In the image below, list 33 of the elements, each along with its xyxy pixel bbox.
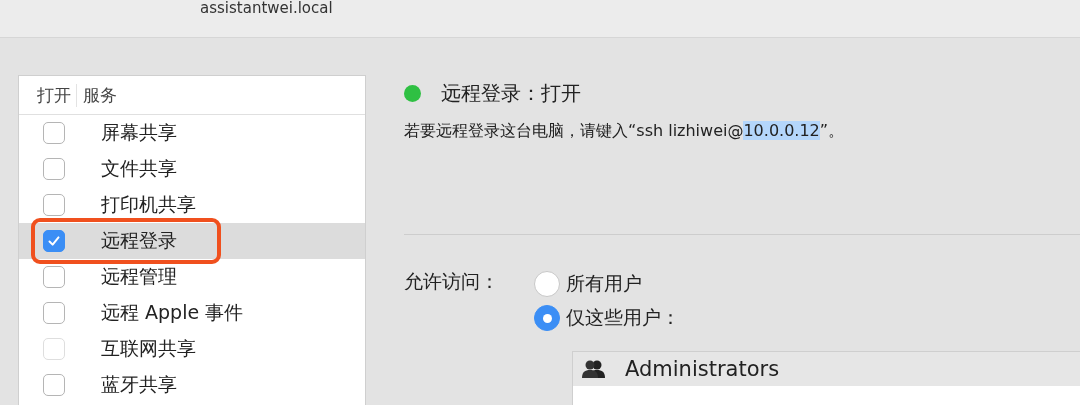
service-name: 远程管理 bbox=[101, 264, 177, 289]
service-name: 打印机共享 bbox=[101, 192, 196, 217]
window-title: assistantwei.local bbox=[200, 0, 333, 19]
service-name: 互联网共享 bbox=[101, 336, 196, 361]
service-name: 远程 Apple 事件 bbox=[101, 300, 244, 325]
radio-button[interactable] bbox=[534, 305, 560, 331]
service-row[interactable]: 屏幕共享 bbox=[19, 115, 365, 151]
column-header: 打开 bbox=[19, 83, 77, 107]
column-header: 服务 bbox=[82, 83, 117, 107]
radio-button[interactable] bbox=[534, 271, 560, 297]
service-row[interactable]: 远程登录 bbox=[19, 223, 365, 259]
instruction-text: 若要远程登录这台电脑，请键入“ssh lizhiwei@10.0.0.12”。 bbox=[404, 121, 846, 142]
checkbox[interactable] bbox=[43, 122, 65, 144]
group-icon bbox=[581, 359, 607, 379]
service-row[interactable]: 蓝牙共享 bbox=[19, 367, 365, 403]
checkbox[interactable] bbox=[43, 374, 65, 396]
checkbox[interactable] bbox=[43, 194, 65, 216]
service-name: 蓝牙共享 bbox=[101, 372, 177, 397]
service-row[interactable]: 文件共享 bbox=[19, 151, 365, 187]
radio-label[interactable]: 仅这些用户： bbox=[566, 305, 680, 331]
service-row[interactable]: 远程管理 bbox=[19, 259, 365, 295]
service-row[interactable]: 打印机共享 bbox=[19, 187, 365, 223]
service-name: 屏幕共享 bbox=[101, 120, 177, 145]
service-name: 远程登录 bbox=[101, 228, 177, 253]
status-title: 远程登录：打开 bbox=[441, 80, 581, 107]
service-row[interactable]: 远程 Apple 事件 bbox=[19, 295, 365, 331]
access-label: 允许访问： bbox=[404, 269, 500, 294]
checkbox[interactable] bbox=[43, 158, 65, 180]
checkbox[interactable] bbox=[43, 266, 65, 288]
checkbox[interactable] bbox=[43, 230, 65, 252]
checkbox[interactable] bbox=[43, 302, 65, 324]
service-name: 文件共享 bbox=[101, 156, 177, 181]
radio-label[interactable]: 所有用户 bbox=[566, 271, 642, 297]
